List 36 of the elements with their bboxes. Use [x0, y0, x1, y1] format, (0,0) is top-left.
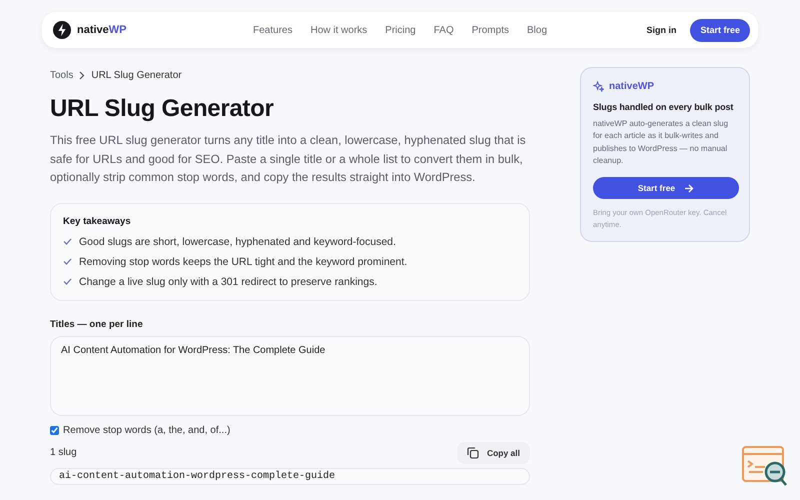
page-title: URL Slug Generator	[50, 95, 275, 123]
stop-words-checkbox[interactable]	[50, 426, 59, 434]
copy-icon	[466, 446, 479, 458]
takeaways-heading: Key takeaways	[63, 216, 132, 226]
titles-input-field[interactable]: AI Content Automation for WordPress: The Complete Guide	[50, 336, 530, 416]
check-icon	[63, 238, 72, 245]
promo-brand: nativeWP	[609, 81, 654, 92]
nav-link[interactable]: Pricing	[385, 24, 416, 36]
promo-heading: Slugs handled on every bulk post	[593, 101, 734, 113]
breadcrumb-current: URL Slug Generator	[91, 70, 182, 81]
promo-text: nativeWP auto-generates a clean slug for each article as it bulk-writes and publishes to WordPress — no manual cleanup.	[593, 118, 730, 167]
slug-count: 1 slug	[50, 447, 77, 458]
start-free-button[interactable]: Start free	[593, 177, 739, 200]
sparkle-icon	[593, 81, 604, 92]
chevron-right-icon	[79, 71, 86, 80]
nav-link[interactable]: How it works	[310, 24, 368, 36]
slug-output: ai-content-automation-wordpress-complete-guide	[50, 468, 530, 484]
arrow-right-icon	[684, 184, 694, 193]
copy-all-button[interactable]: Copy all	[456, 442, 530, 464]
start-free-button[interactable]: Start free	[690, 18, 750, 42]
check-icon	[63, 258, 72, 265]
checkbox-label: Remove stop words (a, the, and, of...)	[63, 424, 230, 436]
lightning-logo-icon	[53, 21, 71, 39]
takeaway-text: Removing stop words keeps the URL tight and the keyword prominent.	[79, 256, 408, 268]
check-icon	[63, 278, 72, 285]
takeaway-text: Change a live slug only with a 301 redirect to preserve rankings.	[79, 276, 378, 288]
nav-link[interactable]: Features	[253, 24, 292, 36]
sign-in-link[interactable]: Sign in	[646, 25, 676, 35]
nav-link[interactable]: FAQ	[434, 24, 454, 36]
nav-link[interactable]: Blog	[526, 24, 547, 36]
brand-name[interactable]: nativeWP	[77, 24, 127, 36]
breadcrumb-link[interactable]: Tools	[50, 70, 74, 81]
intro-paragraph: This free URL slug generator turns any title into a clean, lowercase, hyphenated slug that is safe for URLs and good for SEO. Paste a single title or a whole list to convert them in bulk, optionally strip common stop words, and copy the results straight into WordPress.	[50, 132, 527, 186]
nav-link[interactable]: Prompts	[472, 24, 509, 36]
field-label: Titles — one per line	[50, 318, 144, 330]
takeaway-text: Good slugs are short, lowercase, hyphenated and keyword-focused.	[79, 236, 396, 248]
